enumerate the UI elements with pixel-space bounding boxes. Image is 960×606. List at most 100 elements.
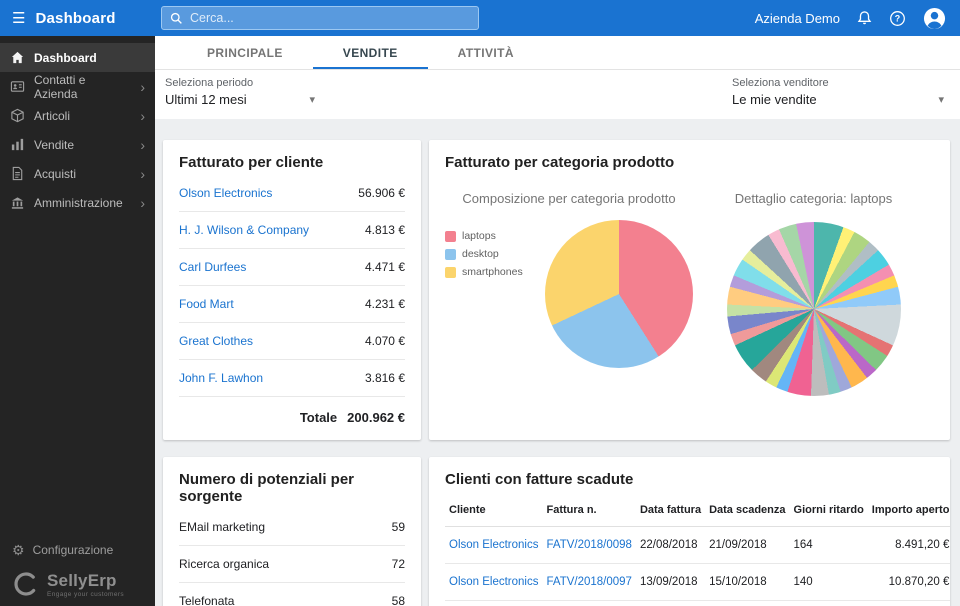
sidebar-item-acquisti[interactable]: Acquisti ›	[0, 159, 155, 188]
purchases-icon	[10, 166, 25, 181]
period-select[interactable]: Ultimi 12 mesi ▾	[165, 92, 315, 107]
sidebar-item-articoli[interactable]: Articoli ›	[0, 101, 155, 130]
client-value: 4.231 €	[365, 297, 405, 311]
sidebar-item-contatti-e-azienda[interactable]: Contatti e Azienda ›	[0, 72, 155, 101]
legend-item: smartphones	[445, 266, 545, 278]
tab-principale[interactable]: PRINCIPALE	[177, 36, 313, 69]
sidebar-footer: ⚙ Configurazione SellyErp Engage your cu…	[0, 543, 155, 598]
category-detail-chart: Dettaglio categoria: laptops	[693, 175, 934, 396]
filter-bar: Seleziona periodo Ultimi 12 mesi ▾ Selez…	[155, 70, 960, 119]
seller-filter: Seleziona venditore Le mie vendite ▾	[732, 77, 944, 107]
chevron-down-icon: ▾	[938, 93, 944, 106]
configurazione-label: Configurazione	[33, 543, 114, 557]
list-item: Food Mart 4.231 €	[179, 286, 405, 323]
col-importo-aperto: Importo aperto	[868, 494, 950, 527]
invoice-date: 13/09/2018	[636, 564, 705, 601]
sidebar-item-vendite[interactable]: Vendite ›	[0, 130, 155, 159]
client-value: 4.813 €	[365, 223, 405, 237]
chevron-right-icon: ›	[140, 138, 145, 152]
invoice-link[interactable]: FATV/2018/0098	[546, 539, 631, 551]
main-content: PRINCIPALE VENDITE ATTIVITÀ Seleziona pe…	[155, 36, 960, 606]
client-link[interactable]: Food Mart	[179, 297, 234, 311]
period-filter: Seleziona periodo Ultimi 12 mesi ▾	[165, 77, 315, 107]
client-link[interactable]: Carl Durfees	[179, 260, 246, 274]
gear-icon: ⚙	[12, 543, 25, 557]
open-amount: 8.491,20 €	[868, 527, 950, 564]
chart-title: Dettaglio categoria: laptops	[735, 191, 893, 206]
notifications-icon[interactable]	[857, 10, 872, 26]
appbar-right: Azienda Demo ?	[755, 7, 960, 30]
search-icon	[170, 12, 183, 25]
pie-chart-laptops-detail	[727, 222, 901, 396]
card-overdue-invoices: Clienti con fatture scadute Cliente Fatt…	[429, 457, 950, 606]
leads-list: EMail marketing 59 Ricerca organica 72 T…	[179, 509, 405, 606]
chevron-right-icon: ›	[140, 196, 145, 210]
legend-swatch	[445, 267, 456, 278]
legend-item: desktop	[445, 248, 545, 260]
client-link[interactable]: Olson Electronics	[449, 539, 538, 551]
due-date: 15/10/2018	[705, 564, 789, 601]
home-icon	[10, 50, 25, 65]
page-title: Dashboard	[35, 10, 115, 27]
tab-attivita[interactable]: ATTIVITÀ	[428, 36, 544, 69]
legend-label: laptops	[462, 230, 496, 242]
app-root: ☰ Dashboard Azienda Demo ?	[0, 0, 960, 606]
card-title: Clienti con fatture scadute	[445, 471, 934, 488]
avatar[interactable]	[923, 7, 946, 30]
seller-select[interactable]: Le mie vendite ▾	[732, 92, 944, 107]
overdue-invoices-table: Cliente Fattura n. Data fattura Data sca…	[445, 494, 950, 601]
sidebar-item-configurazione[interactable]: ⚙ Configurazione	[12, 543, 143, 557]
source-count: 72	[392, 557, 405, 571]
total-value: 200.962 €	[347, 410, 405, 425]
sidebar-item-label: Articoli	[34, 109, 70, 123]
brand-text: SellyErp Engage your customers	[47, 571, 124, 598]
client-value: 4.070 €	[365, 334, 405, 348]
client-link[interactable]: Olson Electronics	[179, 186, 272, 200]
svg-text:?: ?	[895, 13, 900, 23]
help-icon[interactable]: ?	[889, 10, 906, 27]
client-link[interactable]: John F. Lawhon	[179, 371, 263, 385]
sidebar-item-dashboard[interactable]: Dashboard	[0, 43, 155, 72]
brand-tagline: Engage your customers	[47, 591, 124, 598]
search-box[interactable]	[161, 6, 479, 30]
company-name[interactable]: Azienda Demo	[755, 11, 840, 26]
list-item: EMail marketing 59	[179, 509, 405, 546]
list-item: Great Clothes 4.070 €	[179, 323, 405, 360]
chevron-down-icon: ▾	[309, 93, 315, 106]
charts-row: Composizione per categoria prodotto lapt…	[445, 175, 934, 396]
administration-icon	[10, 195, 25, 210]
legend-swatch	[445, 249, 456, 260]
seller-filter-label: Seleziona venditore	[732, 77, 944, 89]
sidebar-item-label: Contatti e Azienda	[34, 73, 131, 101]
menu-icon[interactable]: ☰	[12, 11, 25, 26]
total-label: Totale	[300, 410, 337, 425]
sidebar-item-label: Dashboard	[34, 51, 97, 65]
list-item: Telefonata 58	[179, 583, 405, 606]
source-name: EMail marketing	[179, 520, 265, 534]
source-count: 58	[392, 594, 405, 606]
client-link[interactable]: H. J. Wilson & Company	[179, 223, 309, 237]
card-title: Numero di potenziali per sorgente	[179, 471, 405, 505]
brand-logo: SellyErp Engage your customers	[12, 570, 143, 598]
days-late: 164	[790, 527, 868, 564]
seller-select-value: Le mie vendite	[732, 92, 817, 107]
client-link[interactable]: Olson Electronics	[449, 576, 538, 588]
articles-icon	[10, 108, 25, 123]
sidebar-nav: Dashboard Contatti e Azienda › Articoli …	[0, 36, 155, 217]
list-item: Olson Electronics 56.906 €	[179, 175, 405, 212]
list-item: Ricerca organica 72	[179, 546, 405, 583]
chart-title: Composizione per categoria prodotto	[462, 191, 675, 206]
sidebar-item-label: Vendite	[34, 138, 74, 152]
days-late: 140	[790, 564, 868, 601]
client-link[interactable]: Great Clothes	[179, 334, 253, 348]
invoice-link[interactable]: FATV/2018/0097	[546, 576, 631, 588]
sidebar-item-amministrazione[interactable]: Amministrazione ›	[0, 188, 155, 217]
period-select-value: Ultimi 12 mesi	[165, 92, 247, 107]
col-giorni-ritardo: Giorni ritardo	[790, 494, 868, 527]
list-item: H. J. Wilson & Company 4.813 €	[179, 212, 405, 249]
invoice-date: 22/08/2018	[636, 527, 705, 564]
brand-name: SellyErp	[47, 571, 124, 591]
search-input[interactable]	[190, 11, 470, 25]
category-composition-chart: Composizione per categoria prodotto lapt…	[445, 175, 693, 396]
tab-vendite[interactable]: VENDITE	[313, 36, 428, 69]
